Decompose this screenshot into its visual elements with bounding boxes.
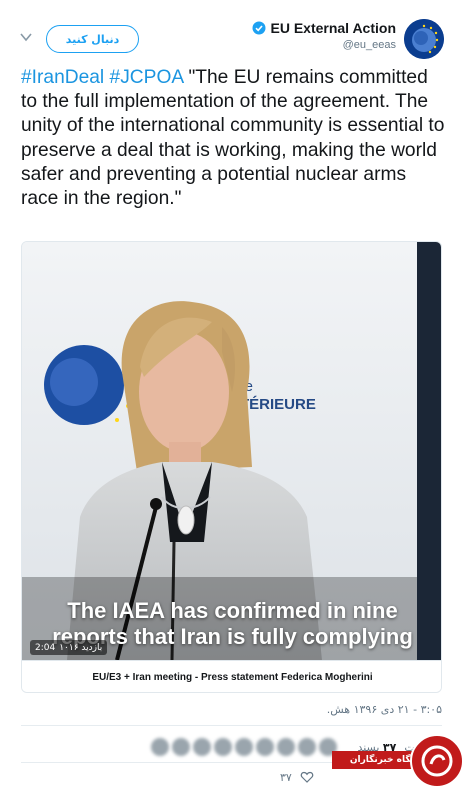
avatar[interactable] [172, 738, 191, 756]
account-name[interactable]: EU External Action [270, 20, 396, 36]
account-handle[interactable]: @eu_eeas [252, 39, 396, 51]
follow-button[interactable]: دنبال کنید [46, 25, 139, 53]
chevron-down-icon[interactable] [19, 30, 33, 44]
media-card[interactable]: nne EXTÉRIEURE The IAEA has confirmed in… [21, 241, 442, 693]
avatar[interactable] [256, 738, 275, 756]
avatar[interactable] [151, 738, 170, 756]
video-player[interactable]: nne EXTÉRIEURE The IAEA has confirmed in… [22, 242, 441, 660]
avatar[interactable] [235, 738, 254, 756]
avatar[interactable] [298, 738, 317, 756]
avatar[interactable] [193, 738, 212, 756]
video-caption[interactable]: EU/E3 + Iran meeting - Press statement F… [22, 660, 441, 692]
account-info[interactable]: EU External Action @eu_eeas [252, 20, 396, 51]
hashtag-irandeal[interactable]: #IranDeal [21, 67, 104, 88]
video-views: ۱۰۱۶ بازدید [59, 642, 103, 653]
like-count: ۳۷ [280, 770, 292, 784]
tweet-text: #IranDeal #JCPOA "The EU remains committ… [21, 66, 446, 211]
subtitle-line-1: The IAEA has confirmed in nine [67, 598, 398, 623]
heart-icon[interactable] [300, 770, 314, 784]
tweet-body: "The EU remains committed to the full im… [21, 67, 445, 210]
avatar[interactable] [277, 738, 296, 756]
brand-watermark: باشگاه خبرنگاران [332, 734, 464, 794]
brand-logo-icon [410, 734, 464, 788]
divider [21, 725, 442, 726]
liker-avatars[interactable] [151, 738, 338, 756]
hashtag-jcpoa[interactable]: #JCPOA [110, 67, 184, 88]
eu-globe-icon [404, 19, 444, 59]
tweet-header: دنبال کنید EU External Action @eu_eeas [0, 0, 464, 64]
video-duration: 2:04 [35, 642, 56, 653]
verified-icon [252, 21, 266, 35]
tweet-actions: ۳۷ [280, 770, 314, 784]
avatar[interactable] [404, 19, 444, 59]
video-stats-badge: 2:04 ۱۰۱۶ بازدید [30, 640, 108, 655]
tweet-timestamp[interactable]: ۳:۰۵ - ۲۱ دی ۱۳۹۶ هش. [327, 703, 442, 716]
avatar[interactable] [214, 738, 233, 756]
